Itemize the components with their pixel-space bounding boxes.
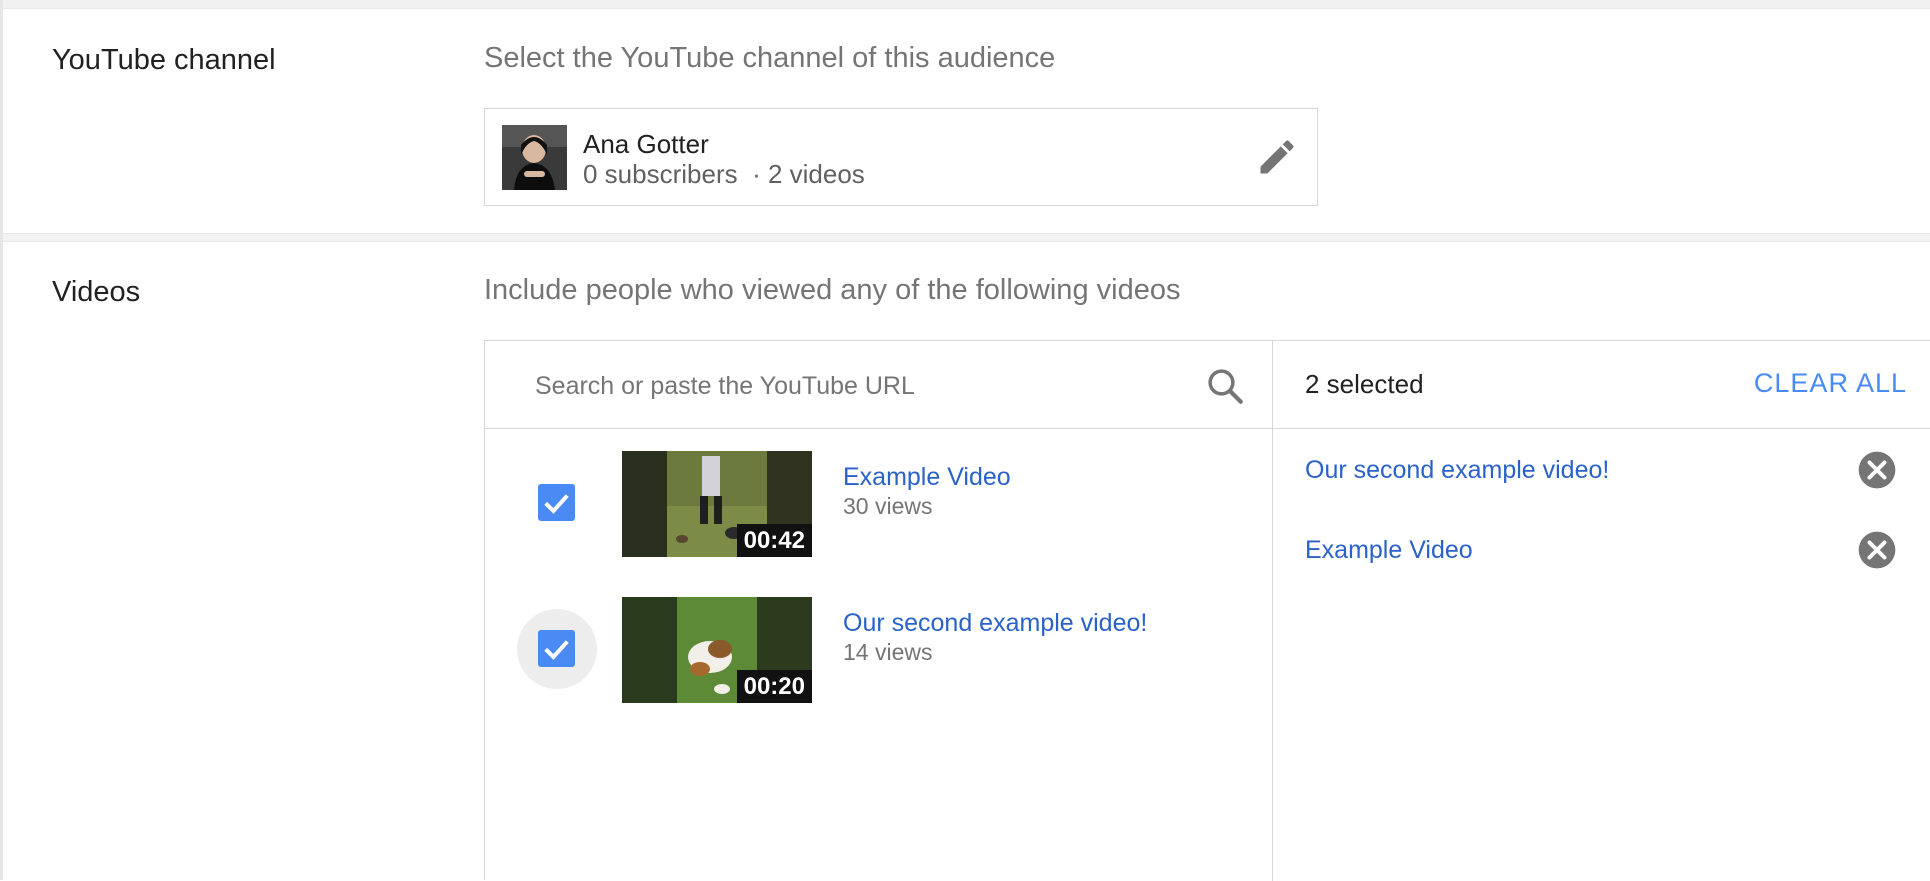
video-thumbnail[interactable]: 00:42: [622, 451, 812, 557]
section-description-videos: Include people who viewed any of the fol…: [484, 274, 1181, 306]
video-title[interactable]: Example Video: [843, 463, 1011, 492]
checkbox-wrap: [517, 609, 597, 689]
check-icon: [544, 494, 569, 514]
video-duration: 00:20: [736, 670, 812, 703]
video-checkbox[interactable]: [538, 630, 575, 667]
section-divider: [3, 233, 1930, 242]
video-title[interactable]: Our second example video!: [843, 609, 1147, 638]
pencil-icon[interactable]: [1255, 135, 1299, 179]
selected-count: 2 selected: [1305, 369, 1424, 399]
section-description-channel: Select the YouTube channel of this audie…: [484, 42, 1056, 74]
search-icon[interactable]: [1204, 365, 1246, 407]
left-edge-rule: [0, 0, 3, 880]
video-views: 30 views: [843, 493, 933, 519]
search-bar: [485, 341, 1272, 429]
selected-video-item[interactable]: Our second example video!: [1305, 456, 1609, 485]
close-circle-icon[interactable]: [1857, 450, 1897, 490]
channel-name: Ana Gotter: [583, 129, 709, 159]
clear-all-button[interactable]: CLEAR ALL: [1754, 368, 1907, 399]
close-circle-icon[interactable]: [1857, 530, 1897, 570]
video-thumbnail[interactable]: 00:20: [622, 597, 812, 703]
checkbox-wrap: [517, 463, 597, 543]
video-duration: 00:42: [736, 524, 812, 557]
top-divider: [3, 0, 1930, 9]
channel-card[interactable]: Ana Gotter 0 subscribers · 2 videos: [484, 108, 1318, 206]
video-views: 14 views: [843, 639, 933, 665]
selected-videos-panel: 2 selected CLEAR ALL Our second example …: [1273, 341, 1930, 881]
video-checkbox[interactable]: [538, 484, 575, 521]
channel-meta: 0 subscribers · 2 videos: [583, 159, 865, 189]
section-label-videos: Videos: [52, 276, 141, 308]
video-result-row[interactable]: 00:20 Our second example video! 14 views: [485, 597, 1272, 707]
selected-video-item[interactable]: Example Video: [1305, 536, 1473, 565]
selected-header: 2 selected CLEAR ALL: [1273, 341, 1930, 429]
section-label-youtube-channel: YouTube channel: [52, 44, 276, 76]
channel-avatar: [502, 125, 567, 190]
video-result-row[interactable]: 00:42 Example Video 30 views: [485, 451, 1272, 561]
search-input[interactable]: [533, 363, 1177, 409]
check-icon: [544, 640, 569, 660]
video-picker: 00:42 Example Video 30 views: [484, 340, 1930, 881]
video-search-panel: 00:42 Example Video 30 views: [485, 341, 1273, 881]
